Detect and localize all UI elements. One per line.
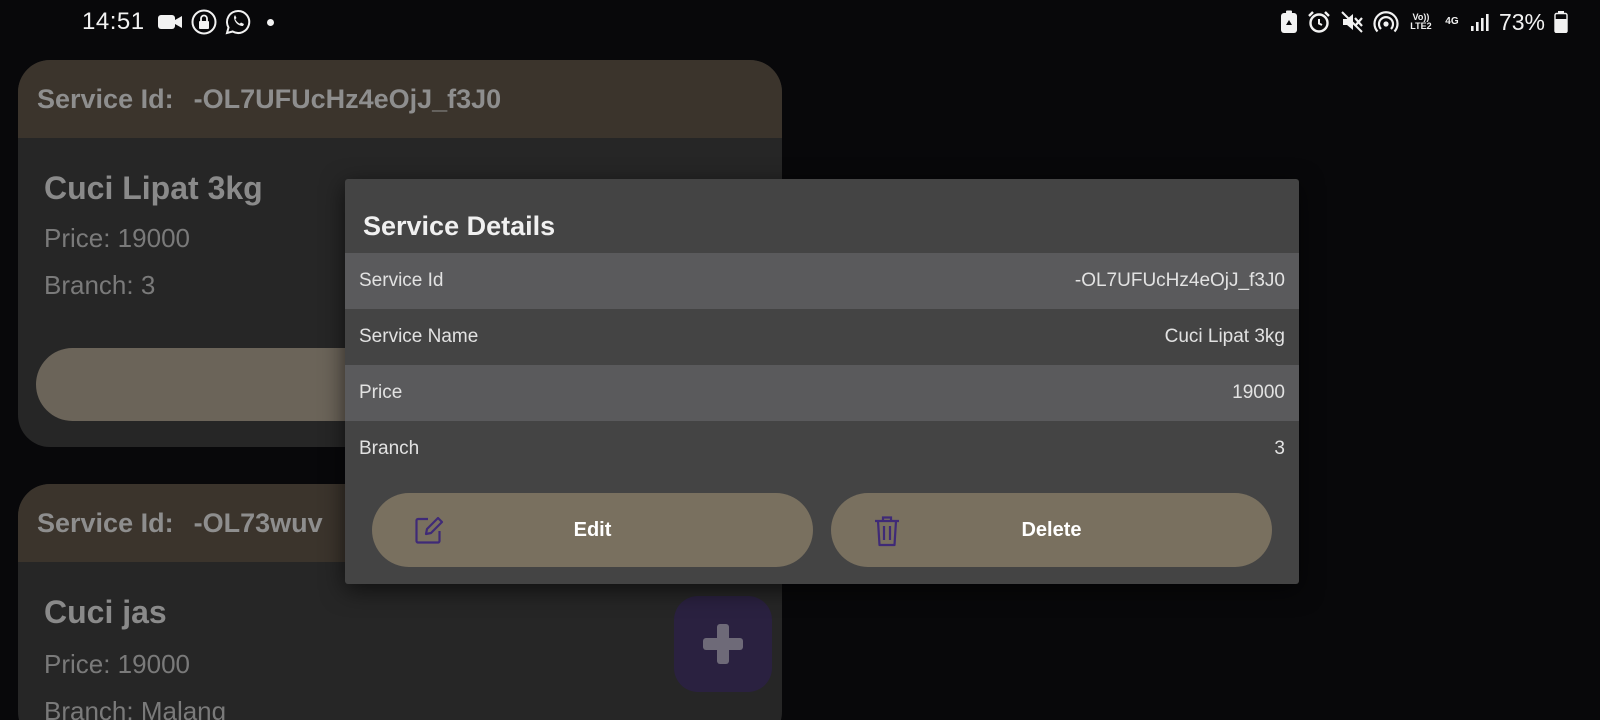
4g-icon: 4G — [1445, 16, 1459, 27]
hotspot-icon — [1373, 10, 1399, 34]
add-service-button[interactable] — [674, 596, 772, 692]
service-id-value: -OL73wuv — [193, 507, 323, 538]
service-price: Price: 19000 — [44, 649, 190, 679]
delete-button[interactable]: Delete — [831, 493, 1272, 567]
edit-button[interactable]: Edit — [372, 493, 813, 567]
detail-label: Branch — [359, 438, 420, 459]
detail-label: Service Name — [359, 326, 479, 347]
edit-button-label: Edit — [573, 518, 612, 541]
delete-button-label: Delete — [1021, 518, 1082, 541]
service-id-label: Service Id: — [37, 507, 174, 538]
battery-icon — [1554, 11, 1568, 33]
status-time: 14:51 — [82, 8, 145, 35]
dialog-actions: Edit Delete — [372, 493, 1272, 567]
details-row-branch: Branch 3 — [345, 421, 1299, 477]
detail-label: Price — [359, 382, 403, 403]
service-name: Cuci Lipat 3kg — [44, 170, 263, 206]
alarm-icon — [1307, 10, 1331, 34]
plus-icon — [703, 624, 743, 664]
service-branch: Branch: 3 — [44, 270, 156, 300]
mute-icon — [1340, 10, 1364, 34]
detail-value: -OL7UFUcHz4eOjJ_f3J0 — [1074, 270, 1285, 291]
details-row-service-id: Service Id -OL7UFUcHz4eOjJ_f3J0 — [345, 253, 1299, 309]
edit-icon — [414, 515, 444, 550]
status-bar: 14:51 Vo)) LTE2 4G 73% — [0, 0, 1600, 44]
notification-dot-icon — [266, 18, 274, 26]
video-camera-icon — [157, 13, 183, 31]
signal-icon — [1470, 12, 1490, 32]
whatsapp-icon — [225, 9, 251, 35]
service-details-dialog: Service Details Service Id -OL7UFUcHz4eO… — [345, 179, 1299, 584]
battery-percent: 73% — [1498, 8, 1545, 35]
dialog-title: Service Details — [363, 211, 556, 241]
detail-value: 19000 — [1232, 382, 1285, 403]
lock-icon — [191, 9, 217, 35]
service-card-header: Service Id: -OL7UFUcHz4eOjJ_f3J0 — [18, 60, 782, 138]
trash-icon — [873, 515, 901, 552]
details-row-service-name: Service Name Cuci Lipat 3kg — [345, 309, 1299, 365]
service-id-label: Service Id: — [37, 83, 174, 114]
service-branch: Branch: Malang — [44, 696, 227, 720]
service-price: Price: 19000 — [44, 223, 190, 253]
detail-value: 3 — [1274, 438, 1285, 459]
recycle-battery-icon — [1280, 10, 1298, 34]
details-table: Service Id -OL7UFUcHz4eOjJ_f3J0 Service … — [345, 253, 1299, 477]
volte-icon: Vo)) LTE2 — [1410, 12, 1432, 31]
details-row-price: Price 19000 — [345, 365, 1299, 421]
detail-value: Cuci Lipat 3kg — [1164, 326, 1285, 347]
service-name: Cuci jas — [44, 594, 167, 630]
service-id-value: -OL7UFUcHz4eOjJ_f3J0 — [193, 83, 502, 114]
detail-label: Service Id — [359, 270, 444, 291]
